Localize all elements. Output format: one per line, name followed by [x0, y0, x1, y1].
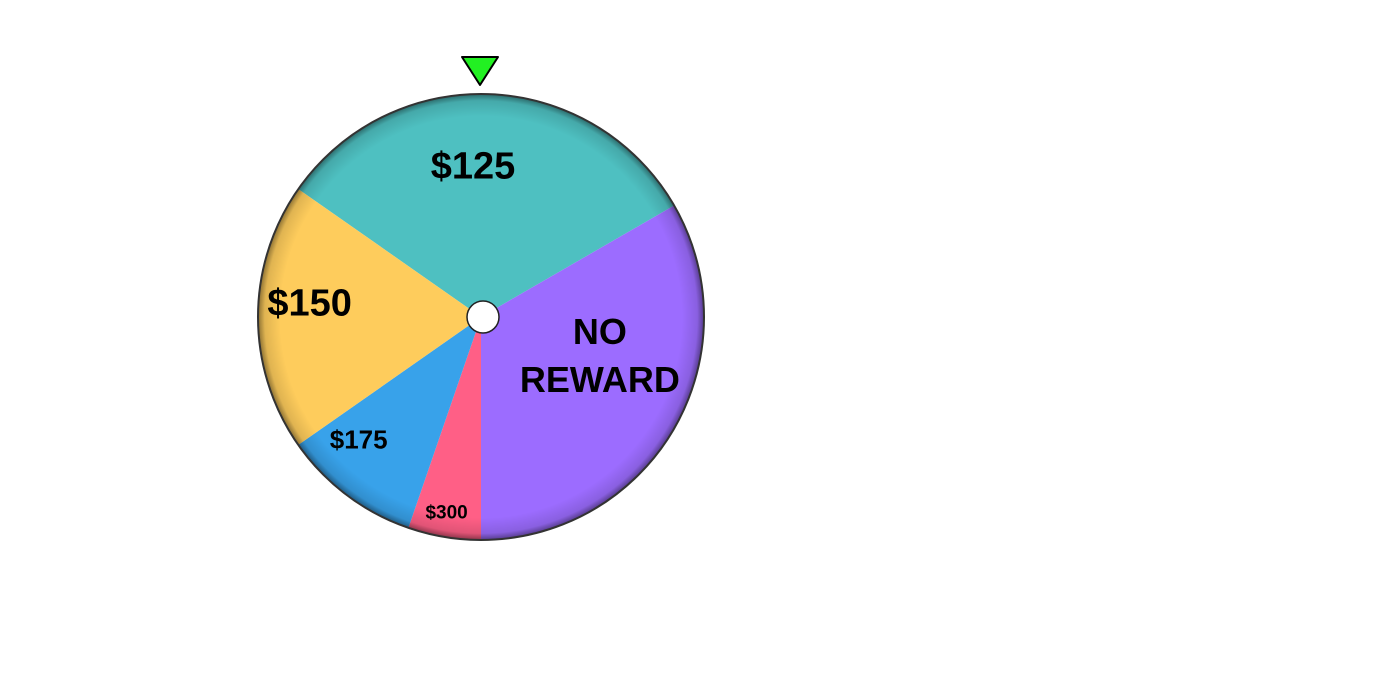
pointer-triangle-icon	[461, 56, 499, 86]
wheel-hub[interactable]	[466, 300, 500, 334]
spin-wheel-game: $125NOREWARD$300$175$150	[0, 0, 1376, 688]
prize-wheel[interactable]: $125NOREWARD$300$175$150	[0, 0, 1376, 688]
